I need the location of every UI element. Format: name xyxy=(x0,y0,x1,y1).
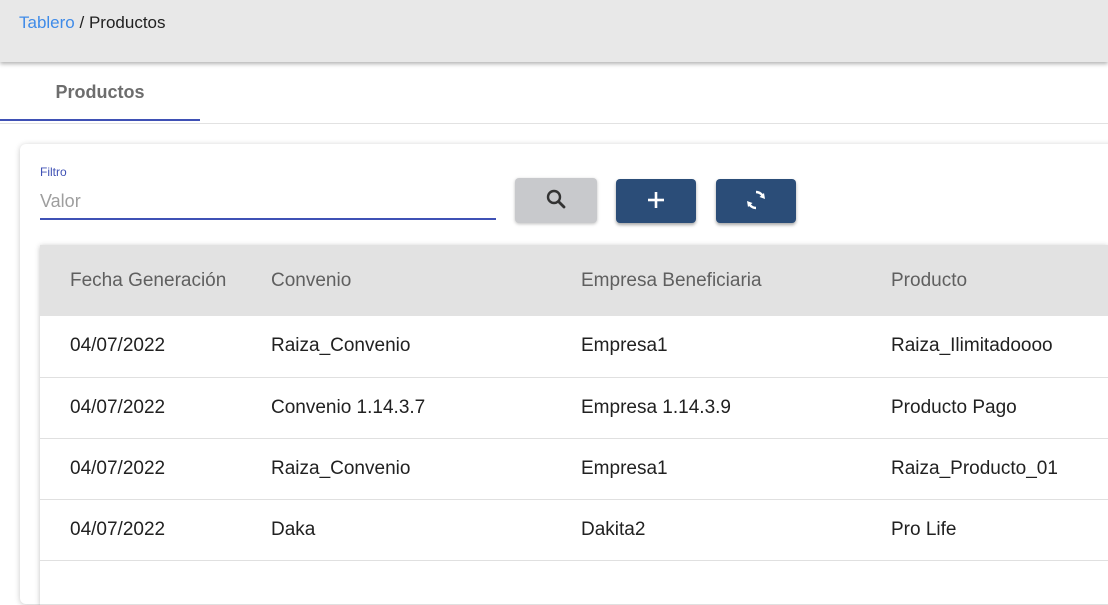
column-header-fecha[interactable]: Fecha Generación xyxy=(40,245,271,316)
cell-convenio: Raiza_Convenio xyxy=(271,335,411,357)
cell-fecha: 04/07/2022 xyxy=(70,457,166,479)
cell-empresa: Dakita2 xyxy=(581,518,646,540)
cell-fecha: 04/07/2022 xyxy=(70,518,166,540)
products-table: Fecha Generación Convenio Empresa Benefi… xyxy=(40,245,1108,605)
breadcrumb-link-tablero[interactable]: Tablero xyxy=(19,13,75,32)
cell-empresa: Empresa 1.14.3.9 xyxy=(581,396,731,418)
table-header-row: Fecha Generación Convenio Empresa Benefi… xyxy=(40,245,1108,316)
breadcrumb: Tablero / Productos xyxy=(19,13,166,33)
search-icon xyxy=(544,187,568,214)
search-button[interactable] xyxy=(515,178,597,223)
plus-icon xyxy=(645,189,667,214)
cell-fecha: 04/07/2022 xyxy=(70,335,166,357)
cell-producto: Producto Pago xyxy=(891,396,1017,418)
table-row[interactable]: 04/07/2022 Raiza_Convenio Empresa1 Raiza… xyxy=(40,438,1108,499)
column-header-producto[interactable]: Producto xyxy=(891,245,1108,316)
refresh-icon xyxy=(744,188,768,215)
products-card: Filtro Valor Fecha Generación Convenio E… xyxy=(20,144,1108,604)
column-header-convenio[interactable]: Convenio xyxy=(271,245,581,316)
cell-fecha: 04/07/2022 xyxy=(70,396,166,418)
tab-bar: Productos xyxy=(0,62,1108,124)
cell-empresa: Empresa1 xyxy=(581,457,668,479)
cell-empresa: Empresa1 xyxy=(581,335,668,357)
breadcrumb-current: Productos xyxy=(88,13,166,32)
add-button[interactable] xyxy=(616,179,696,223)
table-row[interactable]: 04/07/2022 Raiza_Convenio Empresa1 Raiza… xyxy=(40,316,1108,377)
refresh-button[interactable] xyxy=(716,179,796,223)
cell-producto: Pro Life xyxy=(891,518,957,540)
cell-producto: Raiza_Ilimitadoooo xyxy=(891,335,1053,357)
cell-producto: Raiza_Producto_01 xyxy=(891,457,1058,479)
table-row[interactable]: 04/07/2022 Daka Dakita2 Pro Life xyxy=(40,499,1108,560)
cell-convenio: Raiza_Convenio xyxy=(271,457,411,479)
cell-convenio: Daka xyxy=(271,518,316,540)
filter-label: Filtro xyxy=(40,165,67,179)
column-header-empresa[interactable]: Empresa Beneficiaria xyxy=(581,245,891,316)
top-bar: Tablero / Productos xyxy=(0,0,1108,62)
table-row[interactable]: 04/07/2022 Convenio 1.14.3.7 Empresa 1.1… xyxy=(40,377,1108,438)
breadcrumb-separator: / xyxy=(79,13,85,32)
cell-convenio: Convenio 1.14.3.7 xyxy=(271,396,426,418)
active-tab-indicator xyxy=(0,119,200,121)
filter-input[interactable] xyxy=(40,184,496,220)
tab-productos[interactable]: Productos xyxy=(0,62,200,123)
